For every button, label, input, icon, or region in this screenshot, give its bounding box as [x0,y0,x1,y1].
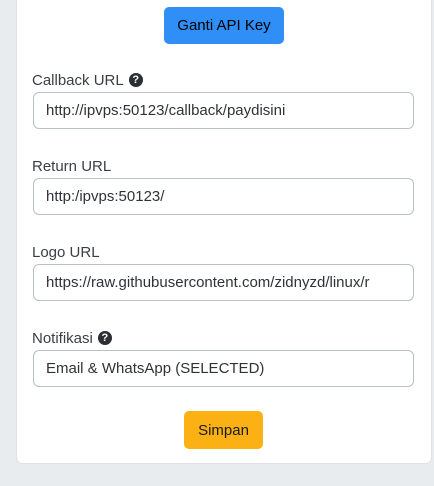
callback-url-input[interactable]: http://ipvps:50123/callback/paydisini [33,92,414,129]
settings-card: Ganti API Key Callback URL ? http://ipvp… [16,0,432,464]
logo-url-input[interactable]: https://raw.githubusercontent.com/zidnyz… [33,264,414,301]
return-url-label-text: Return URL [32,157,112,175]
notifikasi-label: Notifikasi ? [32,328,112,348]
save-button[interactable]: Simpan [184,411,263,449]
question-circle-icon[interactable]: ? [97,331,112,345]
callback-url-label: Callback URL ? [32,70,143,90]
question-circle-icon[interactable]: ? [128,73,143,87]
notifikasi-select[interactable]: Email & WhatsApp (SELECTED) [33,350,414,387]
return-url-input[interactable]: http:/ipvps:50123/ [33,178,414,215]
change-api-key-button[interactable]: Ganti API Key [164,7,284,44]
callback-url-label-text: Callback URL [32,71,124,89]
return-url-label: Return URL [32,156,111,176]
notifikasi-label-text: Notifikasi [32,329,93,347]
logo-url-label-text: Logo URL [32,243,100,261]
logo-url-label: Logo URL [32,242,100,262]
